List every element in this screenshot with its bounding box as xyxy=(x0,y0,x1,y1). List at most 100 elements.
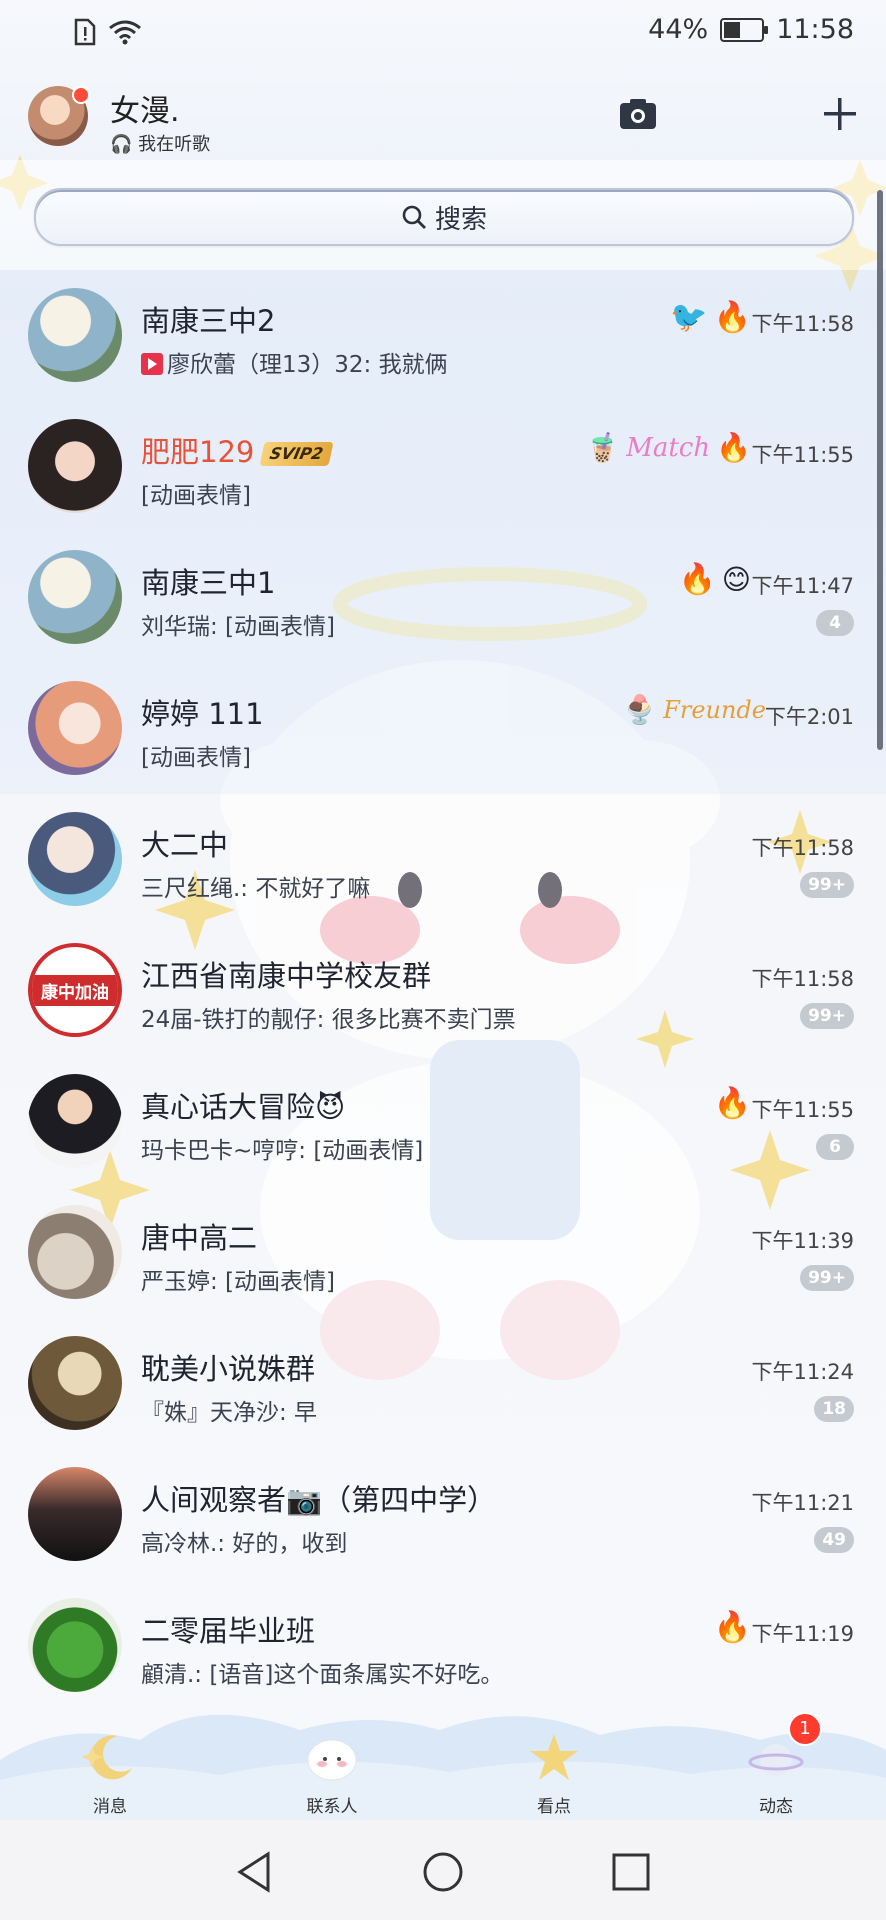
battery-fill xyxy=(724,21,741,38)
search-area: 搜索 xyxy=(0,160,886,270)
nav-messages[interactable]: 消息 xyxy=(40,1700,180,1820)
chat-preview: 严玉婷: [动画表情] xyxy=(141,1269,336,1295)
chat-preview: 玛卡巴卡~哼哼: [动画表情] xyxy=(141,1138,424,1164)
status-bar: 44% 11:58 xyxy=(0,0,886,68)
chat-avatar-text: 康中加油 xyxy=(32,974,118,1006)
unread-badge: 99+ xyxy=(800,872,854,898)
search-bar[interactable]: 搜索 xyxy=(34,188,854,246)
unread-badge: 99+ xyxy=(800,1003,854,1029)
battery-percent: 44% xyxy=(648,14,709,45)
icecream-icon: 🍨 xyxy=(622,693,658,726)
conversation-row[interactable]: 二零届毕业班 顧清.: [语音]这个面条属实不好吃。 🔥 下午11:19 xyxy=(0,1580,886,1711)
nav-label: 看点 xyxy=(537,1797,571,1817)
home-icon[interactable] xyxy=(421,1850,465,1894)
scrollbar[interactable] xyxy=(877,190,883,750)
conversation-row[interactable]: 真心话大冒险😈 玛卡巴卡~哼哼: [动画表情] 🔥 下午11:55 6 xyxy=(0,1056,886,1187)
video-icon xyxy=(141,353,163,375)
chat-title: 唐中高二 xyxy=(141,1221,258,1255)
conversation-row[interactable]: 唐中高二 严玉婷: [动画表情] 下午11:39 99+ xyxy=(0,1187,886,1318)
nav-discover[interactable]: 看点 xyxy=(484,1700,624,1820)
bottom-nav: 消息 联系人 看点 1 动态 xyxy=(0,1700,886,1820)
chat-preview: 顧清.: [语音]这个面条属实不好吃。 xyxy=(141,1662,504,1688)
unread-badge: 4 xyxy=(816,610,854,636)
fire-icon: 🔥 xyxy=(713,1610,751,1645)
nav-label: 联系人 xyxy=(306,1797,358,1817)
chat-time: 下午11:21 xyxy=(751,1491,854,1515)
chat-preview: [动画表情] xyxy=(141,483,251,509)
chat-status-icons: 🧋 Match 🔥 xyxy=(585,431,751,464)
chat-preview: 24届-铁打的靓仔: 很多比赛不卖门票 xyxy=(141,1007,516,1033)
search-label: 搜索 xyxy=(434,204,487,235)
chat-avatar xyxy=(28,1205,122,1299)
plus-icon xyxy=(824,98,856,130)
chat-avatar xyxy=(28,681,122,775)
star-icon xyxy=(530,1734,578,1780)
chat-title: 江西省南康中学校友群 xyxy=(141,959,432,993)
chat-title: 南康三中2 xyxy=(141,304,276,338)
nav-label: 消息 xyxy=(93,1797,127,1817)
back-icon[interactable] xyxy=(234,1850,274,1894)
chat-avatar: 康中加油 xyxy=(28,943,122,1037)
chat-time: 下午11:19 xyxy=(751,1622,854,1646)
chat-title: 大二中 xyxy=(141,828,229,862)
header: 女漫. 🎧 我在听歌 xyxy=(0,80,886,160)
profile-status[interactable]: 🎧 我在听歌 xyxy=(110,130,210,156)
chat-preview: 『姝』天净沙: 早 xyxy=(141,1400,318,1426)
sim-alert-icon xyxy=(74,18,96,46)
drink-icon: 🧋 xyxy=(585,431,621,464)
conversation-row[interactable]: 大二中 三尺红绳.: 不就好了嘛 下午11:58 99+ xyxy=(0,794,886,925)
chat-preview: 高冷林.: 好的，收到 xyxy=(141,1531,348,1557)
conversation-row[interactable]: 南康三中1 刘华瑞: [动画表情] 🔥 😊 下午11:47 4 xyxy=(0,532,886,663)
chat-title: 婷婷 111 xyxy=(141,697,264,731)
lamb-icon xyxy=(307,1739,357,1781)
fire-icon: 🔥 xyxy=(678,562,716,597)
profile-status-text: 我在听歌 xyxy=(138,134,211,155)
chat-status-icons: 🔥 xyxy=(714,1086,751,1121)
chat-time: 下午11:55 xyxy=(751,1098,854,1122)
conversation-row[interactable]: 人间观察者📷（第四中学） 高冷林.: 好的，收到 下午11:21 49 xyxy=(0,1449,886,1580)
chat-avatar xyxy=(28,1336,122,1430)
chat-time: 下午11:58 xyxy=(751,312,854,336)
camera-icon xyxy=(620,99,656,129)
chat-title: 耽美小说姝群 xyxy=(141,1352,316,1386)
chat-avatar xyxy=(28,419,122,513)
chat-avatar xyxy=(28,550,122,644)
nav-moments[interactable]: 1 动态 xyxy=(706,1700,846,1820)
nav-badge: 1 xyxy=(788,1712,822,1746)
unread-badge: 49 xyxy=(814,1527,854,1553)
conversation-row[interactable]: 肥肥129 SVIP2 [动画表情] 🧋 Match 🔥 下午11:55 xyxy=(0,401,886,532)
unread-badge: 6 xyxy=(816,1134,854,1160)
chat-title: 南康三中1 xyxy=(141,566,276,600)
nav-contacts[interactable]: 联系人 xyxy=(262,1700,402,1820)
conversation-row[interactable]: 婷婷 111 [动画表情] 🍨 Freunde 下午2:01 xyxy=(0,663,886,794)
fire-icon: 🔥 xyxy=(713,300,751,335)
conversation-row[interactable]: 康中加油 江西省南康中学校友群 24届-铁打的靓仔: 很多比赛不卖门票 下午11… xyxy=(0,925,886,1056)
plus-button[interactable] xyxy=(816,90,864,138)
profile-name[interactable]: 女漫. xyxy=(110,86,180,130)
chat-avatar xyxy=(28,1467,122,1561)
notification-dot xyxy=(72,86,90,104)
freunde-icon: Freunde xyxy=(663,695,766,724)
battery-icon xyxy=(720,17,769,42)
headphones-icon: 🎧 xyxy=(110,134,133,155)
moon-icon xyxy=(82,1735,132,1780)
chat-avatar xyxy=(28,1074,122,1168)
chat-preview: 三尺红绳.: 不就好了嘛 xyxy=(141,876,371,902)
conversation-row[interactable]: 南康三中2 廖欣蕾（理13）32: 我就俩 🐦 🔥 下午11:58 xyxy=(0,270,886,401)
chat-title: 二零届毕业班 xyxy=(141,1614,316,1648)
chat-avatar xyxy=(28,1598,122,1692)
chat-title: 肥肥129 SVIP2 xyxy=(141,429,334,471)
recents-icon[interactable] xyxy=(611,1852,651,1892)
chat-preview: [动画表情] xyxy=(141,745,251,771)
unread-badge: 18 xyxy=(814,1396,854,1422)
chat-time: 下午11:58 xyxy=(751,836,854,860)
chat-time: 下午11:58 xyxy=(751,967,854,991)
chat-status-icons: 🔥 xyxy=(714,1610,751,1645)
purple-fire-icon: 🔥 xyxy=(716,431,751,464)
chat-time: 下午2:01 xyxy=(764,705,854,729)
conversation-row[interactable]: 耽美小说姝群 『姝』天净沙: 早 下午11:24 18 xyxy=(0,1318,886,1449)
conversation-list: 南康三中2 廖欣蕾（理13）32: 我就俩 🐦 🔥 下午11:58 肥肥129 S… xyxy=(0,270,886,1711)
chat-preview: 刘华瑞: [动画表情] xyxy=(141,614,336,640)
add-button[interactable] xyxy=(696,90,744,138)
camera-button[interactable] xyxy=(614,90,662,138)
